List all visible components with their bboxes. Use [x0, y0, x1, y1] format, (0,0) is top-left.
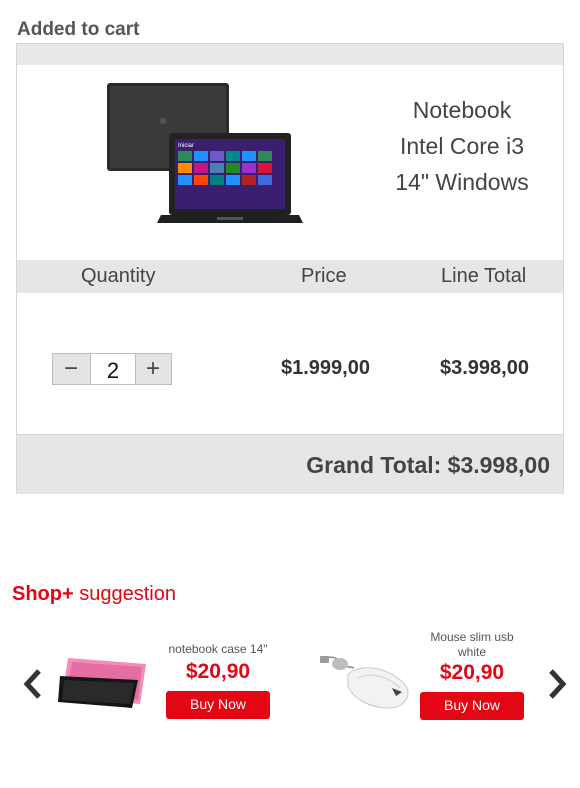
quantity-stepper: − 2 + — [52, 353, 172, 385]
cart-top-bar — [17, 44, 563, 65]
increase-quantity-button[interactable]: + — [135, 354, 171, 384]
unit-price: $1.999,00 — [281, 357, 370, 379]
suggestion-title-text: suggestion — [73, 583, 176, 605]
suggestion-price: $20,90 — [439, 661, 505, 684]
product-name-line-1: Notebook — [412, 97, 512, 123]
decrease-quantity-button[interactable]: − — [53, 354, 89, 384]
suggestion-title: Shop+ suggestion — [12, 583, 176, 606]
cart-card: Iniciar Notebook Intel Core i3 14" Windo… — [16, 43, 564, 494]
chevron-right-icon[interactable] — [545, 666, 569, 702]
screen-start-label: Iniciar — [178, 143, 194, 149]
product-name-line-2: Intel Core i3 — [399, 133, 524, 159]
cart-table-header: Quantity Price Line Total — [17, 260, 563, 293]
line-total-header: Line Total — [441, 265, 527, 287]
quantity-input[interactable]: 2 — [90, 354, 136, 384]
product-name: Notebook Intel Core i3 14" Windows — [347, 92, 577, 200]
notebook-product-image: Iniciar — [107, 83, 303, 223]
suggestion-brand: Shop+ — [12, 583, 74, 605]
page-title: Added to cart — [17, 19, 140, 40]
grand-total-bar: Grand Total: $3.998,00 — [17, 434, 563, 494]
mouse-image — [320, 656, 409, 709]
price-header: Price — [301, 265, 347, 287]
suggestion-name: notebook case 14" — [168, 642, 268, 656]
quantity-header: Quantity — [81, 265, 156, 287]
suggestion-price: $20,90 — [185, 660, 251, 683]
line-total: $3.998,00 — [440, 357, 529, 379]
grand-total: Grand Total: $3.998,00 — [306, 452, 550, 478]
chevron-left-icon[interactable] — [21, 666, 45, 702]
product-name-line-3: 14" Windows — [395, 169, 529, 195]
buy-now-button[interactable]: Buy Now — [166, 691, 270, 719]
notebook-case-image — [58, 658, 146, 708]
buy-now-button[interactable]: Buy Now — [420, 692, 524, 720]
suggestion-name: Mouse slim usb white — [430, 630, 514, 659]
